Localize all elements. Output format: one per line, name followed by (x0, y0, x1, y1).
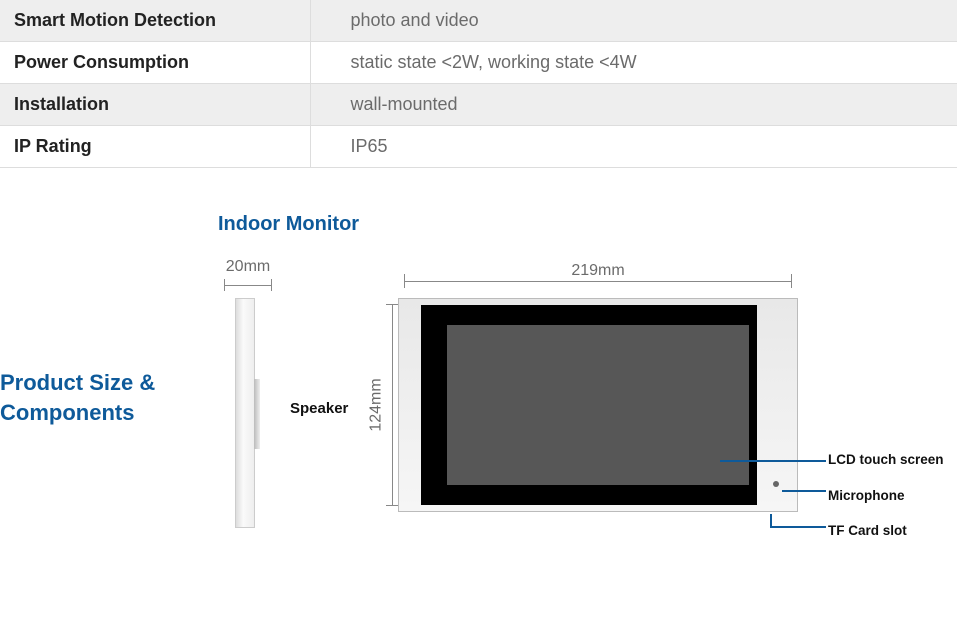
dimension-line-icon (386, 298, 398, 512)
monitor-front-view (398, 298, 798, 512)
dimension-line-icon (398, 274, 798, 288)
monitor-screen (447, 325, 749, 485)
table-row: Smart Motion Detection photo and video (0, 0, 957, 42)
callout-labels: LCD touch screen Microphone TF Card slot (828, 453, 944, 560)
label-tf: TF Card slot (828, 524, 944, 538)
spec-value: photo and video (310, 0, 957, 42)
spec-value: wall-mounted (310, 84, 957, 126)
dimension-line-icon (218, 279, 278, 291)
table-row: Installation wall-mounted (0, 84, 957, 126)
spec-label: Installation (0, 84, 310, 126)
section-heading-line2: Components (0, 400, 134, 425)
leader-line-icon (720, 460, 826, 462)
section-heading: Product Size & Components (0, 368, 155, 427)
diagram-title: Indoor Monitor (218, 213, 359, 236)
label-lcd: LCD touch screen (828, 453, 944, 467)
spec-value: IP65 (310, 126, 957, 168)
dimension-height-label: 124mm (368, 378, 386, 431)
table-row: IP Rating IP65 (0, 126, 957, 168)
monitor-side-view (235, 298, 255, 528)
spec-label: Smart Motion Detection (0, 0, 310, 42)
spec-label: IP Rating (0, 126, 310, 168)
leader-line-icon (770, 526, 826, 528)
dimension-depth: 20mm (218, 258, 278, 291)
dimension-height: 124mm (350, 298, 398, 512)
spec-value: static state <2W, working state <4W (310, 42, 957, 84)
label-mic: Microphone (828, 489, 944, 503)
label-speaker: Speaker (290, 400, 348, 417)
leader-line-icon (770, 514, 772, 526)
spec-label: Power Consumption (0, 42, 310, 84)
table-row: Power Consumption static state <2W, work… (0, 42, 957, 84)
microphone-icon (773, 481, 779, 487)
dimension-depth-label: 20mm (218, 258, 278, 276)
leader-line-icon (782, 490, 826, 492)
dimension-width: 219mm (398, 268, 798, 288)
section-heading-line1: Product Size & (0, 370, 155, 395)
spec-table: Smart Motion Detection photo and video P… (0, 0, 957, 168)
